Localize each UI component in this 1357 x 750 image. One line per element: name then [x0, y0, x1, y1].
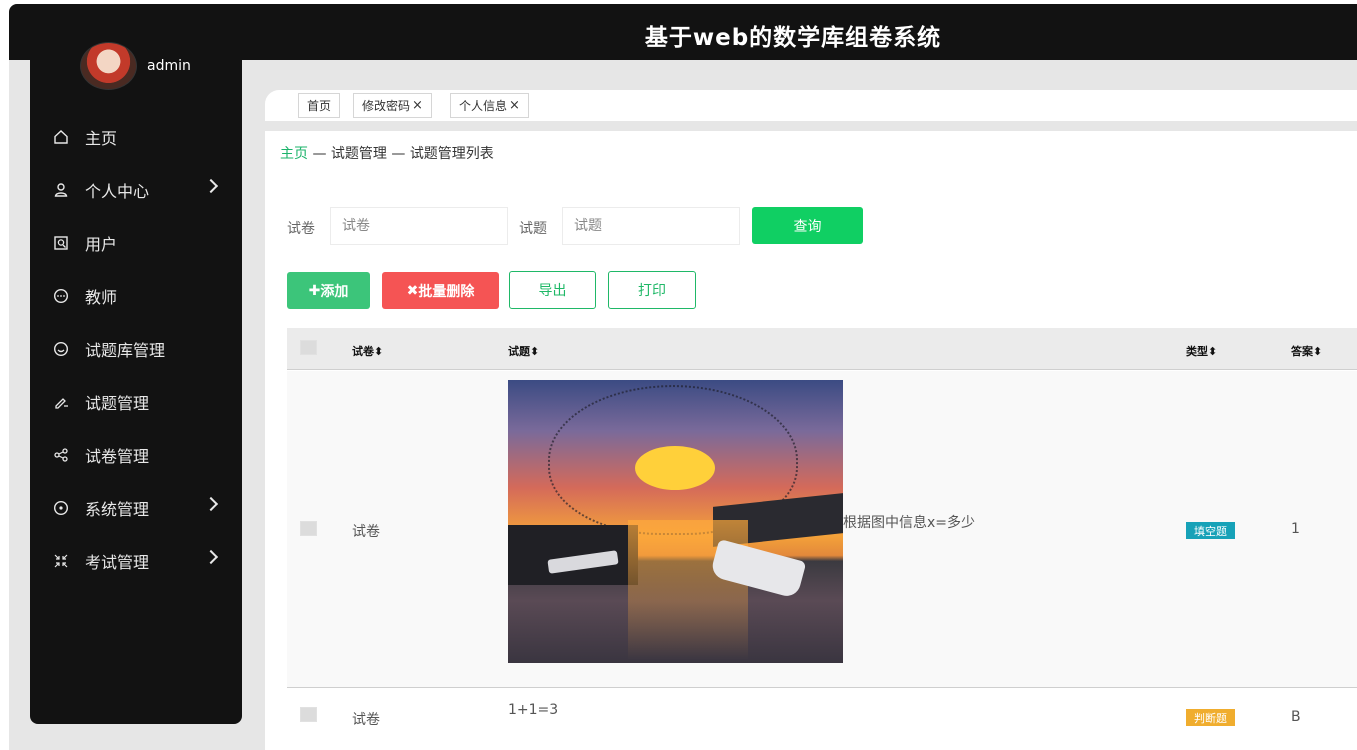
batch-delete-label: 批量删除: [418, 283, 475, 300]
target-icon: [52, 499, 70, 517]
close-icon[interactable]: ×: [509, 98, 520, 113]
riverbank-left: [508, 525, 638, 585]
sort-icon: ⬍: [530, 345, 540, 358]
print-button[interactable]: 打印: [608, 271, 696, 309]
column-header-type[interactable]: 类型⬍: [1186, 343, 1217, 359]
chevron-right-icon: [203, 178, 219, 194]
question-search-label: 试题: [519, 221, 547, 237]
question-search-input[interactable]: [562, 207, 740, 245]
breadcrumb-home[interactable]: 主页: [280, 146, 308, 162]
row-question: 1+1=3: [508, 702, 559, 718]
sidebar-item-system-management[interactable]: 系统管理: [30, 481, 242, 534]
breadcrumb-sep: —: [308, 146, 331, 162]
breadcrumb: 主页 — 试题管理 — 试题管理列表: [280, 143, 494, 163]
row-checkbox[interactable]: [300, 521, 317, 536]
share-icon: [52, 446, 70, 464]
sidebar-item-label: 主页: [85, 128, 118, 148]
sun-shape: [635, 446, 715, 490]
add-button-label: 添加: [320, 283, 349, 300]
row-checkbox[interactable]: [300, 707, 317, 722]
row-question: 根据图中信息x=多少: [843, 515, 976, 531]
delete-x-icon: ✖: [406, 282, 419, 299]
sort-icon: ⬍: [1313, 345, 1323, 358]
column-header-question[interactable]: 试题⬍: [508, 343, 539, 359]
row-paper: 试卷: [352, 712, 380, 728]
user-search-icon: [52, 234, 70, 252]
tab-label: 修改密码: [362, 99, 411, 113]
sidebar-item-personal-center[interactable]: 个人中心: [30, 163, 242, 216]
sidebar-menu: 主页 个人中心 用户 教师 试题库管理 试题管理 试卷管理 系统管理 考试管理: [30, 110, 242, 587]
table-row[interactable]: 试卷 根据图中信息x=多少 填空题 1: [287, 371, 1357, 688]
type-badge: 填空题: [1186, 522, 1235, 539]
avatar[interactable]: [80, 42, 137, 90]
paper-search-input[interactable]: [330, 207, 508, 245]
username: admin: [147, 58, 191, 74]
column-header-paper[interactable]: 试卷⬍: [352, 343, 383, 359]
query-button[interactable]: 查询: [752, 207, 863, 244]
sidebar-item-label: 试题管理: [85, 393, 150, 413]
sidebar: admin 主页 个人中心 用户 教师 试题库管理 试题管理 试卷管理 系统管理…: [30, 40, 242, 724]
tab-strip: 首页 修改密码 × 个人信息 ×: [265, 90, 1357, 121]
sidebar-item-question-management[interactable]: 试题管理: [30, 375, 242, 428]
edit-icon: [52, 393, 70, 411]
paper-search-label: 试卷: [287, 221, 315, 237]
tab-label: 个人信息: [459, 99, 508, 113]
tab-home[interactable]: 首页: [298, 93, 341, 118]
question-image: [508, 380, 843, 663]
select-all-checkbox[interactable]: [300, 340, 317, 355]
table-header: 试卷⬍ 试题⬍ 类型⬍ 答案⬍: [287, 328, 1357, 370]
close-icon[interactable]: ×: [412, 98, 423, 113]
breadcrumb-level1: 试题管理: [330, 146, 387, 162]
breadcrumb-level2: 试题管理列表: [409, 146, 494, 162]
sort-icon: ⬍: [1208, 345, 1218, 358]
main-panel: 主页 — 试题管理 — 试题管理列表 试卷 试题 查询 ✚添加 ✖批量删除 导出…: [265, 131, 1357, 750]
sidebar-item-label: 系统管理: [85, 499, 150, 519]
chevron-right-icon: [203, 496, 219, 512]
tab-personal-info[interactable]: 个人信息 ×: [450, 93, 529, 118]
table-row[interactable]: 试卷 1+1=3 判断题 B: [287, 689, 1357, 750]
tab-label: 首页: [307, 99, 332, 113]
chevron-right-icon: [203, 549, 219, 565]
sidebar-item-label: 试卷管理: [85, 446, 150, 466]
user-icon: [52, 181, 70, 199]
row-answer: B: [1291, 709, 1301, 725]
add-button[interactable]: ✚ 添加: [287, 272, 370, 309]
shrink-icon: [52, 552, 70, 570]
sidebar-item-label: 试题库管理: [85, 340, 166, 360]
sidebar-item-question-bank[interactable]: 试题库管理: [30, 322, 242, 375]
smile-icon: [52, 340, 70, 358]
tab-change-password[interactable]: 修改密码 ×: [353, 93, 432, 118]
plus-icon: ✚: [308, 282, 321, 299]
sidebar-item-users[interactable]: 用户: [30, 216, 242, 269]
sidebar-item-exam-management[interactable]: 考试管理: [30, 534, 242, 587]
export-button[interactable]: 导出: [509, 271, 596, 309]
breadcrumb-sep: —: [386, 146, 410, 162]
sort-icon: ⬍: [374, 345, 384, 358]
home-icon: [52, 128, 70, 146]
more-circle-icon: [52, 287, 70, 305]
row-paper: 试卷: [352, 524, 380, 540]
row-answer: 1: [1291, 521, 1300, 537]
sidebar-item-label: 用户: [85, 234, 118, 254]
sidebar-item-label: 个人中心: [85, 181, 150, 201]
sidebar-item-label: 考试管理: [85, 552, 150, 572]
sidebar-item-teachers[interactable]: 教师: [30, 269, 242, 322]
type-badge: 判断题: [1186, 709, 1235, 726]
sidebar-item-paper-management[interactable]: 试卷管理: [30, 428, 242, 481]
column-header-answer[interactable]: 答案⬍: [1291, 343, 1322, 359]
sidebar-item-home[interactable]: 主页: [30, 110, 242, 163]
batch-delete-button[interactable]: ✖ 批量删除: [382, 272, 499, 309]
sidebar-item-label: 教师: [85, 287, 118, 307]
